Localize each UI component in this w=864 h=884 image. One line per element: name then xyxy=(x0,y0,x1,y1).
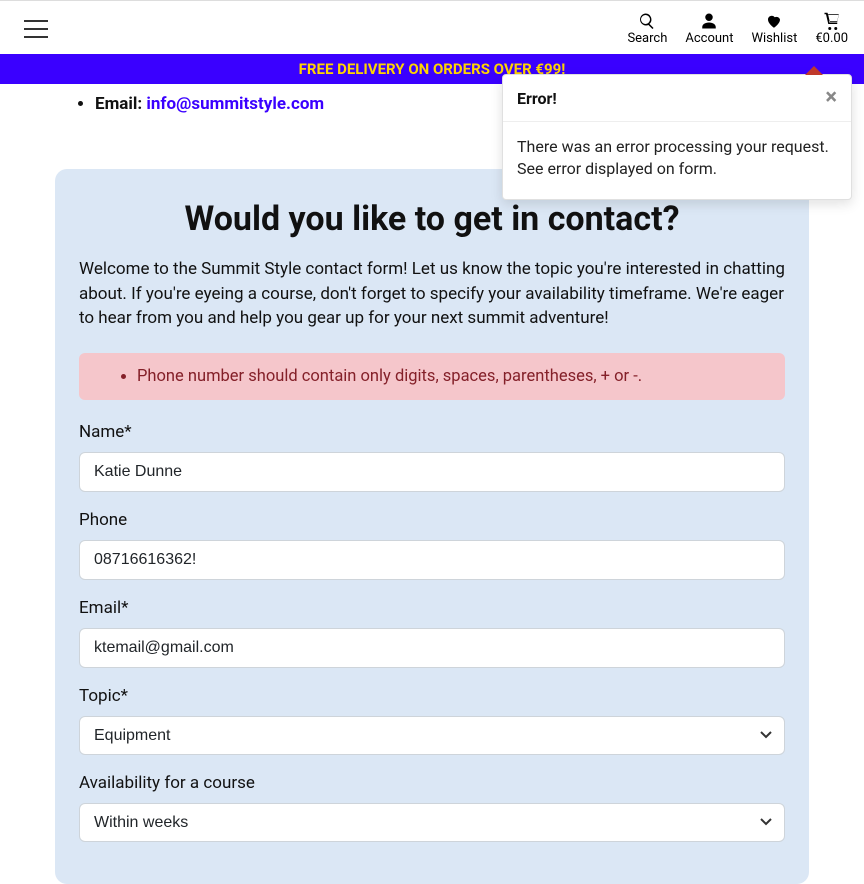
user-icon xyxy=(700,11,718,31)
name-label: Name* xyxy=(79,422,785,442)
phone-label: Phone xyxy=(79,510,785,530)
availability-label: Availability for a course xyxy=(79,773,785,793)
email-label-field: Email* xyxy=(79,598,785,618)
email-input[interactable] xyxy=(79,628,785,668)
heart-icon xyxy=(765,11,783,31)
card-title: Would you like to get in contact? xyxy=(79,199,785,239)
form-error-alert: Phone number should contain only digits,… xyxy=(79,353,785,400)
phone-input[interactable] xyxy=(79,540,785,580)
name-input[interactable] xyxy=(79,452,785,492)
toast-title: Error! xyxy=(517,89,557,108)
cart-amount: €0.00 xyxy=(815,31,848,46)
email-label: Email: xyxy=(95,94,146,114)
contact-card: Would you like to get in contact? Welcom… xyxy=(55,169,809,884)
wishlist-link[interactable]: Wishlist xyxy=(751,11,797,46)
contact-email-link[interactable]: info@summitstyle.com xyxy=(146,94,324,114)
account-label: Account xyxy=(685,31,733,46)
account-link[interactable]: Account xyxy=(685,11,733,46)
topic-label: Topic* xyxy=(79,686,785,706)
toast-close-button[interactable]: × xyxy=(825,87,837,109)
error-toast: Error! × There was an error processing y… xyxy=(502,74,852,200)
availability-select[interactable]: Within weeks xyxy=(79,803,785,842)
header-actions: Search Account Wishlist €0.00 xyxy=(627,11,848,46)
error-item: Phone number should contain only digits,… xyxy=(137,367,765,386)
wishlist-label: Wishlist xyxy=(751,31,797,46)
site-header: Search Account Wishlist €0.00 xyxy=(0,1,864,54)
search-link[interactable]: Search xyxy=(627,11,667,46)
cart-link[interactable]: €0.00 xyxy=(815,11,848,46)
search-label: Search xyxy=(627,31,667,46)
cart-icon xyxy=(823,11,841,31)
search-icon xyxy=(638,11,656,31)
topic-select[interactable]: Equipment xyxy=(79,716,785,755)
card-intro: Welcome to the Summit Style contact form… xyxy=(79,257,785,331)
toast-body: There was an error processing your reque… xyxy=(503,122,851,199)
menu-button[interactable] xyxy=(24,20,48,38)
